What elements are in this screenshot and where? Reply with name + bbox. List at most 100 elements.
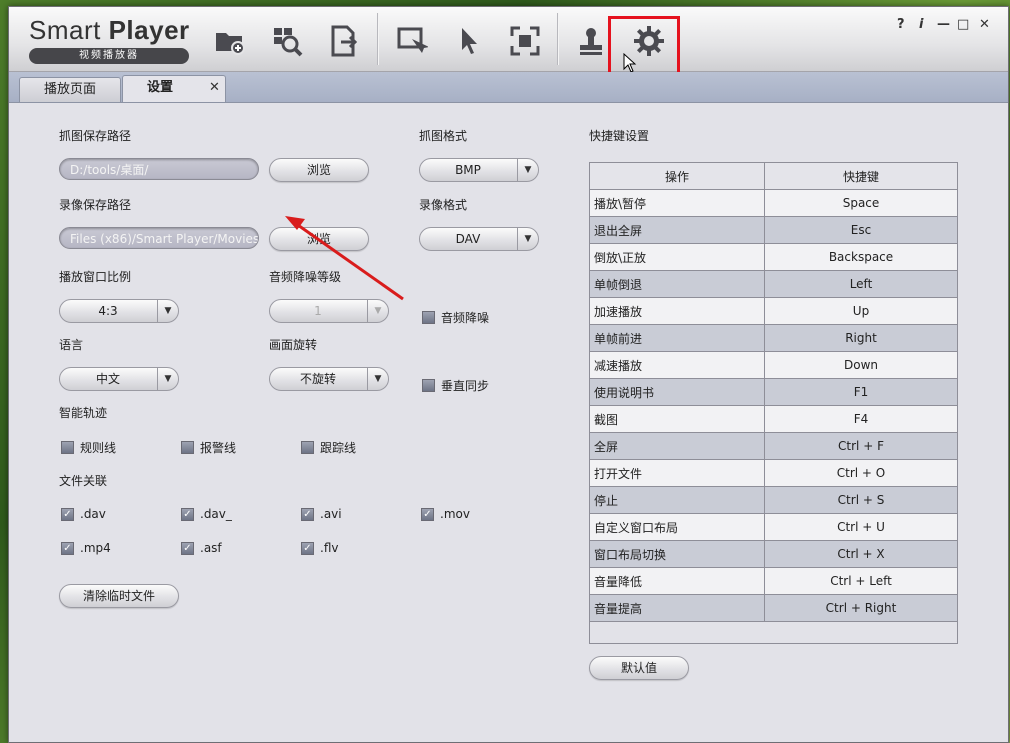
table-row[interactable]: 加速播放 Up	[589, 297, 958, 325]
assoc-flv-checkbox[interactable]: .flv	[301, 541, 338, 555]
help-button[interactable]: ?	[897, 17, 905, 32]
table-row[interactable]: 窗口布局切换 Ctrl + X	[589, 540, 958, 568]
shortcut-key-cell[interactable]: Left	[764, 270, 958, 298]
assoc-dav_-checkbox[interactable]: .dav_	[181, 507, 232, 521]
language-value: 中文	[95, 372, 120, 386]
aspect-label: 播放窗口比例	[59, 270, 132, 284]
shortcut-key-cell[interactable]: Right	[764, 324, 958, 352]
chevron-down-icon: ▼	[517, 159, 538, 181]
clear-temp-button[interactable]: 清除临时文件	[59, 584, 179, 608]
shortcut-key-cell[interactable]: Ctrl + Right	[764, 594, 958, 622]
assoc-avi-checkbox[interactable]: .avi	[301, 507, 342, 521]
language-label: 语言	[59, 338, 84, 352]
toolbar-separator	[557, 13, 559, 65]
record-format-value: DAV	[455, 232, 481, 246]
table-row[interactable]: 单帧倒退 Left	[589, 270, 958, 298]
open-folder-icon[interactable]	[210, 21, 250, 61]
shortcut-key-cell[interactable]: Ctrl + Left	[764, 567, 958, 595]
rotation-select[interactable]: 不旋转 ▼	[269, 367, 389, 391]
shortcut-action-cell: 倒放\正放	[589, 243, 765, 271]
shortcut-action-cell: 停止	[589, 486, 765, 514]
checkbox-box	[61, 541, 74, 555]
aspect-select[interactable]: 4:3 ▼	[59, 299, 179, 323]
table-row[interactable]: 自定义窗口布局 Ctrl + U	[589, 513, 958, 541]
shortcut-key-cell[interactable]: Up	[764, 297, 958, 325]
language-select[interactable]: 中文 ▼	[59, 367, 179, 391]
info-button[interactable]: i	[919, 17, 923, 32]
table-row[interactable]: 停止 Ctrl + S	[589, 486, 958, 514]
shortcut-key-cell[interactable]: Down	[764, 351, 958, 379]
export-file-icon[interactable]	[324, 21, 364, 61]
table-row[interactable]: 使用说明书 F1	[589, 378, 958, 406]
table-row[interactable]: 截图 F4	[589, 405, 958, 433]
table-row[interactable]: 音量降低 Ctrl + Left	[589, 567, 958, 595]
alarm-line-checkbox[interactable]: 报警线	[181, 439, 236, 456]
checkbox-box	[421, 507, 434, 521]
shortcut-action-cell: 播放\暂停	[589, 189, 765, 217]
shortcut-key-cell[interactable]: Space	[764, 189, 958, 217]
table-row[interactable]: 播放\暂停 Space	[589, 189, 958, 217]
stamp-icon[interactable]	[571, 21, 611, 61]
noise-reduction-checkbox[interactable]: 音频降噪	[422, 309, 489, 326]
column-header-action: 操作	[589, 162, 765, 190]
maximize-button[interactable]: □	[957, 17, 969, 32]
table-row[interactable]: 倒放\正放 Backspace	[589, 243, 958, 271]
vsync-checkbox[interactable]: 垂直同步	[422, 377, 489, 394]
shortcut-action-cell: 减速播放	[589, 351, 765, 379]
noise-level-value: 1	[314, 304, 322, 318]
record-path-field[interactable]: Files (x86)/Smart Player/Movies/	[59, 227, 259, 249]
checkbox-box	[301, 541, 314, 555]
shortcuts-title: 快捷键设置	[589, 129, 650, 143]
checkbox-box	[61, 507, 74, 521]
shortcut-key-cell[interactable]: F1	[764, 378, 958, 406]
fullscreen-icon[interactable]	[505, 21, 545, 61]
pointer-icon[interactable]	[448, 21, 488, 61]
shortcut-action-cell: 自定义窗口布局	[589, 513, 765, 541]
shortcut-key-cell[interactable]: Backspace	[764, 243, 958, 271]
tab-close-icon[interactable]: ✕	[209, 80, 220, 95]
assoc-mov-checkbox[interactable]: .mov	[421, 507, 470, 521]
chevron-down-icon: ▼	[517, 228, 538, 250]
table-row[interactable]: 单帧前进 Right	[589, 324, 958, 352]
assoc-mp4-checkbox[interactable]: .mp4	[61, 541, 111, 555]
minimize-button[interactable]: —	[937, 17, 950, 32]
snapshot-format-select[interactable]: BMP ▼	[419, 158, 539, 182]
record-browse-button[interactable]: 浏览	[269, 227, 369, 251]
shortcut-key-cell[interactable]: Ctrl + S	[764, 486, 958, 514]
file-assoc-label: 文件关联	[59, 474, 108, 488]
checkbox-box	[422, 379, 435, 392]
toolbar: Smart Player 视频播放器 ? i — □ ✕	[9, 7, 1008, 77]
tab-playback[interactable]: 播放页面	[19, 77, 122, 102]
table-row[interactable]: 打开文件 Ctrl + O	[589, 459, 958, 487]
table-row[interactable]: 退出全屏 Esc	[589, 216, 958, 244]
toolbar-separator	[377, 13, 379, 65]
assoc-dav-checkbox[interactable]: .dav	[61, 507, 106, 521]
table-row[interactable]: 音量提高 Ctrl + Right	[589, 594, 958, 622]
track-line-checkbox[interactable]: 跟踪线	[301, 439, 356, 456]
shortcut-key-cell[interactable]: Ctrl + X	[764, 540, 958, 568]
snapshot-path-field[interactable]: D:/tools/桌面/	[59, 158, 259, 180]
shortcut-key-cell[interactable]: Ctrl + O	[764, 459, 958, 487]
restore-defaults-button[interactable]: 默认值	[589, 656, 689, 680]
shortcut-action-cell: 退出全屏	[589, 216, 765, 244]
shortcut-action-cell: 加速播放	[589, 297, 765, 325]
assoc-asf-checkbox[interactable]: .asf	[181, 541, 222, 555]
snapshot-browse-button[interactable]: 浏览	[269, 158, 369, 182]
table-row[interactable]: 全屏 Ctrl + F	[589, 432, 958, 460]
noise-level-label: 音频降噪等级	[269, 270, 342, 284]
shortcut-key-cell[interactable]: Ctrl + F	[764, 432, 958, 460]
record-format-select[interactable]: DAV ▼	[419, 227, 539, 251]
rule-line-checkbox[interactable]: 规则线	[61, 439, 116, 456]
close-button[interactable]: ✕	[979, 17, 990, 32]
app-logo: Smart Player 视频播放器	[29, 15, 190, 64]
shortcuts-table-filler	[589, 622, 958, 644]
table-row[interactable]: 减速播放 Down	[589, 351, 958, 379]
record-format-label: 录像格式	[419, 198, 468, 212]
checkbox-box	[301, 441, 314, 454]
shortcut-key-cell[interactable]: F4	[764, 405, 958, 433]
shortcut-key-cell[interactable]: Ctrl + U	[764, 513, 958, 541]
search-file-icon[interactable]	[267, 21, 307, 61]
snapshot-path-label: 抓图保存路径	[59, 129, 132, 143]
screen-select-icon[interactable]	[392, 21, 432, 61]
shortcut-key-cell[interactable]: Esc	[764, 216, 958, 244]
